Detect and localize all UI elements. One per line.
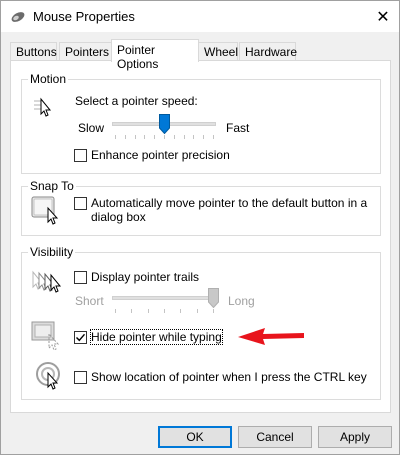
snap-to-label-line2: dialog box: [91, 210, 146, 224]
enhance-precision-label: Enhance pointer precision: [91, 148, 230, 162]
fast-label: Fast: [226, 121, 250, 135]
tab-pointer-options[interactable]: Pointer Options: [111, 39, 199, 71]
slider-tick: [115, 309, 116, 313]
close-icon: ✕: [376, 8, 390, 26]
title-bar: Mouse Properties ✕: [1, 1, 399, 32]
pointer-speed-label: Select a pointer speed:: [75, 94, 198, 108]
snap-to-button-icon: [31, 196, 59, 225]
pointer-options-panel: Motion Select a pointer speed: Slow Fast…: [10, 60, 391, 413]
tab-buttons[interactable]: Buttons: [10, 42, 57, 61]
cancel-button[interactable]: Cancel: [238, 426, 312, 448]
slider-tick: [147, 309, 149, 313]
show-location-checkbox[interactable]: [74, 371, 87, 384]
close-button[interactable]: ✕: [367, 1, 399, 32]
pointer-speed-slider[interactable]: [158, 114, 170, 135]
slider-tick: [164, 135, 165, 139]
pointer-trails-icon: [32, 270, 62, 293]
hide-pointer-icon: [31, 321, 60, 351]
slider-tick: [213, 309, 214, 313]
visibility-group-label: Visibility: [28, 245, 76, 259]
enhance-precision-checkbox[interactable]: [74, 149, 87, 162]
window-title: Mouse Properties: [33, 9, 135, 24]
slider-tick: [193, 135, 195, 139]
slider-tick: [124, 135, 126, 139]
snap-to-group: Snap To: [21, 179, 381, 236]
slider-tick: [173, 135, 175, 139]
long-label: Long: [228, 294, 255, 308]
mouse-icon: [11, 12, 25, 22]
trail-length-slider[interactable]: [207, 288, 219, 309]
pointer-speed-icon: [34, 97, 52, 117]
pointer-trails-checkbox[interactable]: [74, 271, 87, 284]
motion-group-label: Motion: [28, 72, 69, 86]
snap-to-checkbox[interactable]: [74, 197, 87, 210]
slider-tick: [203, 135, 205, 139]
tab-pointers[interactable]: Pointers: [59, 42, 112, 61]
hide-pointer-checkbox[interactable]: [74, 331, 87, 344]
short-label: Short: [75, 294, 104, 308]
slider-tick: [115, 135, 116, 139]
red-annotation-arrow: [238, 328, 304, 345]
slider-tick: [154, 135, 156, 139]
trail-length-track[interactable]: [112, 296, 217, 300]
ok-button[interactable]: OK: [158, 426, 232, 448]
snap-to-group-label: Snap To: [28, 179, 76, 193]
slider-tick: [164, 309, 165, 313]
slider-tick: [131, 309, 133, 313]
show-location-label: Show location of pointer when I press th…: [91, 370, 367, 384]
pointer-trails-label: Display pointer trails: [91, 270, 200, 284]
slider-tick: [183, 135, 185, 139]
slow-label: Slow: [78, 121, 105, 135]
slider-tick: [213, 135, 214, 139]
mouse-properties-window: Mouse Properties ✕ Buttons Pointers Poin…: [0, 0, 400, 455]
apply-button[interactable]: Apply: [318, 426, 392, 448]
show-location-icon: [36, 362, 60, 390]
snap-to-label-line1: Automatically move pointer to the defaul…: [91, 196, 368, 210]
tab-hardware[interactable]: Hardware: [239, 42, 297, 61]
tab-wheel[interactable]: Wheel: [198, 42, 238, 61]
slider-tick: [144, 135, 146, 139]
slider-tick: [196, 309, 198, 313]
hide-pointer-label: Hide pointer while typing: [90, 329, 223, 345]
slider-tick: [180, 309, 182, 313]
slider-tick: [134, 135, 136, 139]
